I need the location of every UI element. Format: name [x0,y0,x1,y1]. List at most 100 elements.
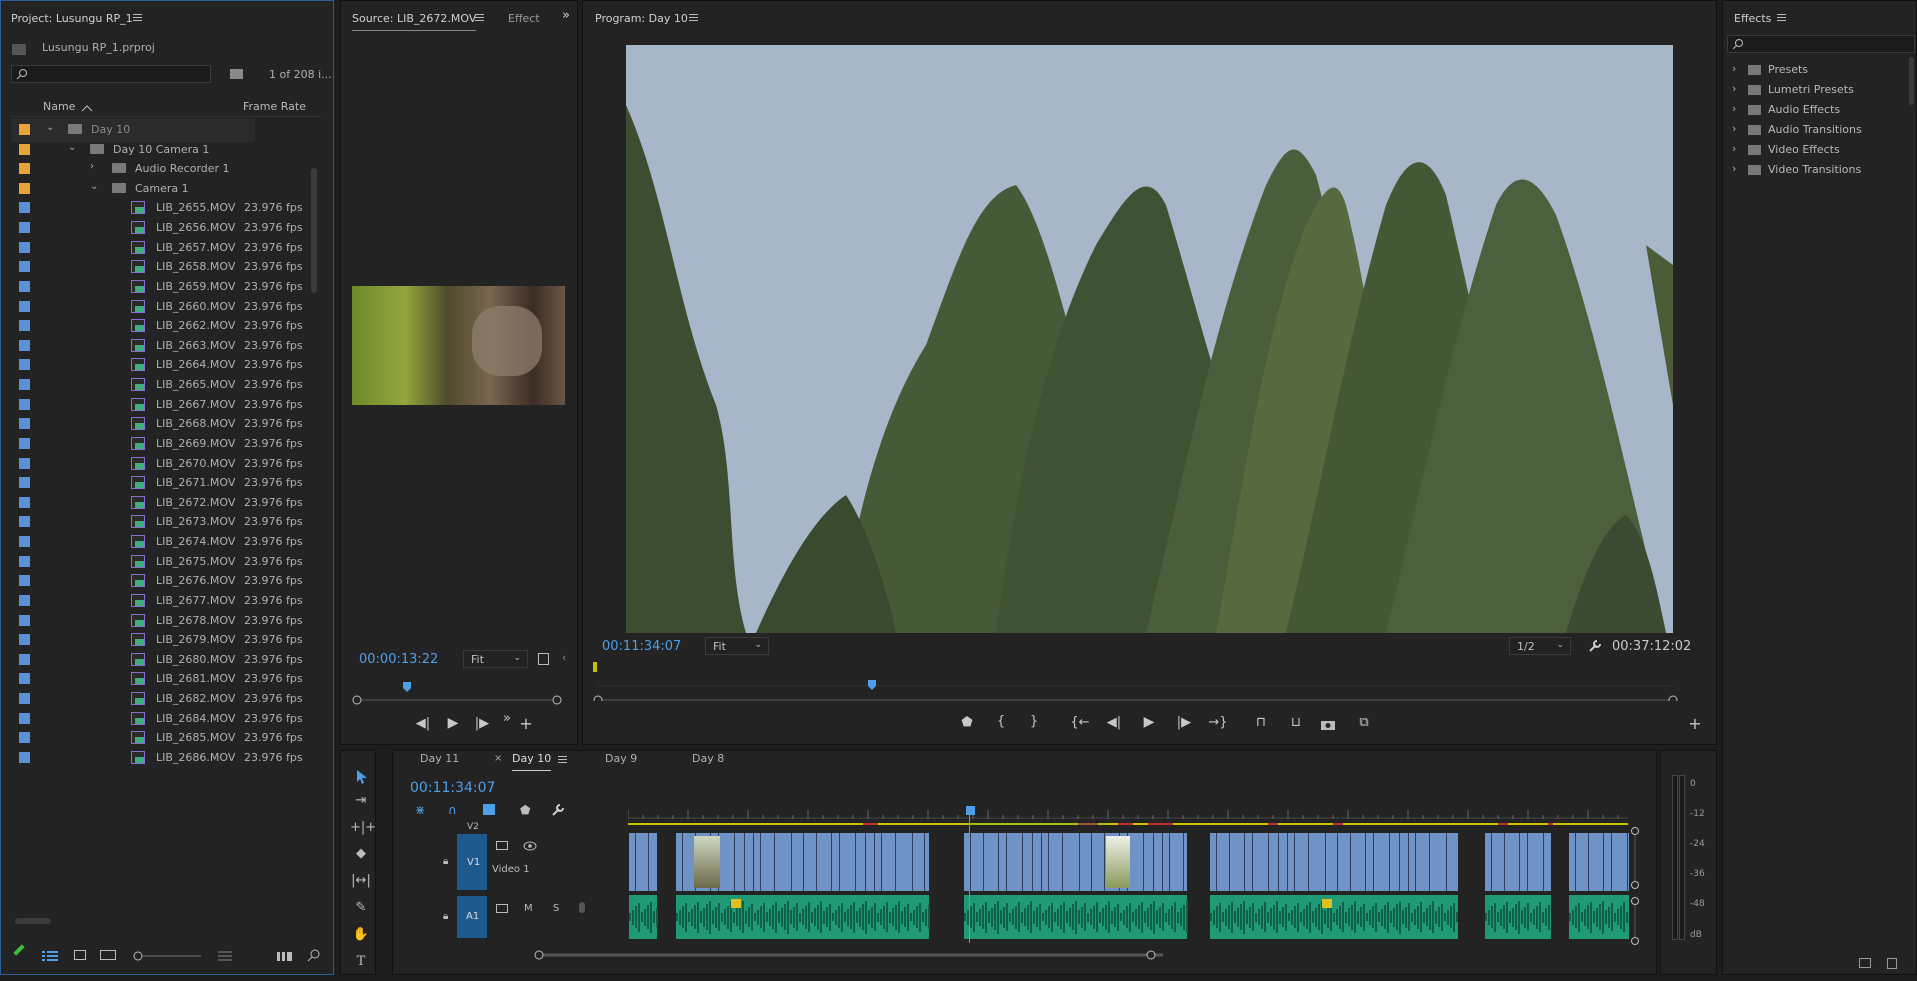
label-color-swatch[interactable] [19,202,30,214]
step-forward-button[interactable]: |▶ [1174,715,1194,730]
close-tab-icon[interactable]: × [494,753,502,764]
timeline-tab[interactable]: Day 11 [420,752,459,765]
col-framerate-header[interactable]: Frame Rate [243,100,306,113]
effects-folder-row[interactable]: › Video Effects [1730,142,1910,160]
label-color-swatch[interactable] [19,751,30,763]
label-color-swatch[interactable] [19,477,30,489]
go-to-out-button[interactable]: →} [1208,715,1228,730]
label-color-swatch[interactable] [19,496,30,508]
toggle-sync-icon[interactable] [496,904,508,913]
project-clip-row[interactable]: LIB_2686.MOV 23.976 fps [11,746,303,770]
project-scrollbar[interactable] [311,168,317,293]
source-panel-title[interactable]: Source: LIB_2672.MOV [352,12,477,31]
program-add-button[interactable]: + [1685,714,1705,733]
label-color-swatch[interactable] [19,143,30,155]
new-item-icon[interactable] [1859,958,1871,968]
step-back-button[interactable]: ◀| [1104,715,1124,730]
mute-button[interactable]: M [524,903,533,914]
icon-view-icon[interactable] [74,950,86,960]
chevron-right-icon[interactable]: › [1732,162,1736,175]
project-menu-icon[interactable] [133,14,142,21]
timeline-tab[interactable]: Day 8 [692,752,724,765]
solo-button[interactable]: S [553,903,559,914]
video-clip[interactable] [964,833,1187,891]
effects-search-input[interactable] [1727,35,1915,53]
track-height-handles[interactable] [1629,825,1641,945]
label-color-swatch[interactable] [19,457,30,469]
lift-button[interactable]: ⊓ [1251,715,1271,730]
timeline-ruler[interactable] [628,806,1638,832]
program-timecode[interactable]: 00:11:34:07 [602,639,681,654]
label-color-swatch[interactable] [19,124,30,135]
audio-clip[interactable] [1569,895,1629,939]
label-color-swatch[interactable] [19,241,30,253]
chevron-down-icon[interactable]: ⌄ [68,142,76,153]
eye-icon[interactable] [523,841,537,851]
pen-tool-icon[interactable]: ✎ [350,900,372,920]
selection-tool-icon[interactable] [355,769,369,785]
label-color-swatch[interactable] [19,359,30,371]
snap-icon[interactable]: ⋇ [415,803,425,817]
track-select-tool-icon[interactable]: ⇥ [350,793,372,813]
slip-tool-icon[interactable]: |↔| [350,873,372,893]
timeline-zoom-scrollbar[interactable] [533,949,1173,961]
marker-icon[interactable]: ⬟ [520,803,530,817]
label-color-swatch[interactable] [19,712,30,724]
label-color-swatch[interactable] [19,614,30,626]
lock-icon[interactable]: 🔒︎ [443,911,448,922]
toggle-sync-icon[interactable] [496,841,508,850]
effects-folder-row[interactable]: › Audio Transitions [1730,122,1910,140]
label-color-swatch[interactable] [19,182,30,194]
program-playhead-bar[interactable] [588,656,1688,701]
hand-tool-icon[interactable]: ✋ [350,927,372,947]
label-color-swatch[interactable] [19,339,30,351]
source-add-button[interactable]: + [516,714,536,733]
voiceover-record-icon[interactable] [579,902,585,913]
add-marker-timeline-icon[interactable] [483,804,495,815]
label-color-swatch[interactable] [19,594,30,606]
export-frame-icon[interactable] [538,653,549,665]
label-color-swatch[interactable] [19,732,30,744]
chevron-right-icon[interactable]: › [1732,142,1736,155]
label-color-swatch[interactable] [19,653,30,665]
comparison-view-button[interactable]: ⧉ [1354,715,1374,730]
label-color-swatch[interactable] [19,575,30,587]
label-color-swatch[interactable] [19,634,30,646]
audio-clip[interactable] [676,895,930,939]
effects-panel-title[interactable]: Effects [1734,12,1771,25]
step-back-button[interactable]: ◀| [413,716,433,731]
video-clip[interactable] [629,833,657,891]
effects-folder-row[interactable]: › Lumetri Presets [1730,82,1910,100]
label-color-swatch[interactable] [19,379,30,391]
sort-icons-icon[interactable] [218,950,234,962]
label-color-swatch[interactable] [19,692,30,704]
program-panel-title[interactable]: Program: Day 10 [595,12,688,25]
label-color-swatch[interactable] [19,555,30,567]
automate-to-sequence-icon[interactable] [277,950,293,962]
label-color-swatch[interactable] [19,418,30,430]
lock-icon[interactable]: 🔒︎ [443,856,448,867]
type-tool-icon[interactable]: T [350,954,372,974]
zoom-slider[interactable] [133,951,203,961]
pencil-icon[interactable] [13,944,25,956]
col-name-header[interactable]: Name [43,100,75,113]
label-color-swatch[interactable] [19,673,30,685]
chevron-right-icon[interactable]: › [1732,82,1736,95]
label-color-swatch[interactable] [19,398,30,410]
step-forward-button[interactable]: |▶ [472,716,492,731]
delete-icon[interactable] [1887,958,1897,969]
freeform-view-icon[interactable] [100,950,116,960]
label-color-swatch[interactable] [19,280,30,292]
tab-effect-controls[interactable]: Effect [508,12,540,25]
chevron-down-icon[interactable]: ⌄ [90,181,98,192]
timeline-settings-wrench-icon[interactable] [551,803,565,817]
chevron-right-icon[interactable]: › [1732,122,1736,135]
audio-clip[interactable] [1485,895,1551,939]
wrench-icon[interactable] [1588,639,1602,653]
project-hscrollbar[interactable] [15,918,51,924]
label-color-swatch[interactable] [19,261,30,273]
label-color-swatch[interactable] [19,536,30,548]
source-timecode[interactable]: 00:00:13:22 [359,652,438,667]
label-color-swatch[interactable] [19,437,30,449]
new-bin-icon[interactable] [230,69,243,79]
